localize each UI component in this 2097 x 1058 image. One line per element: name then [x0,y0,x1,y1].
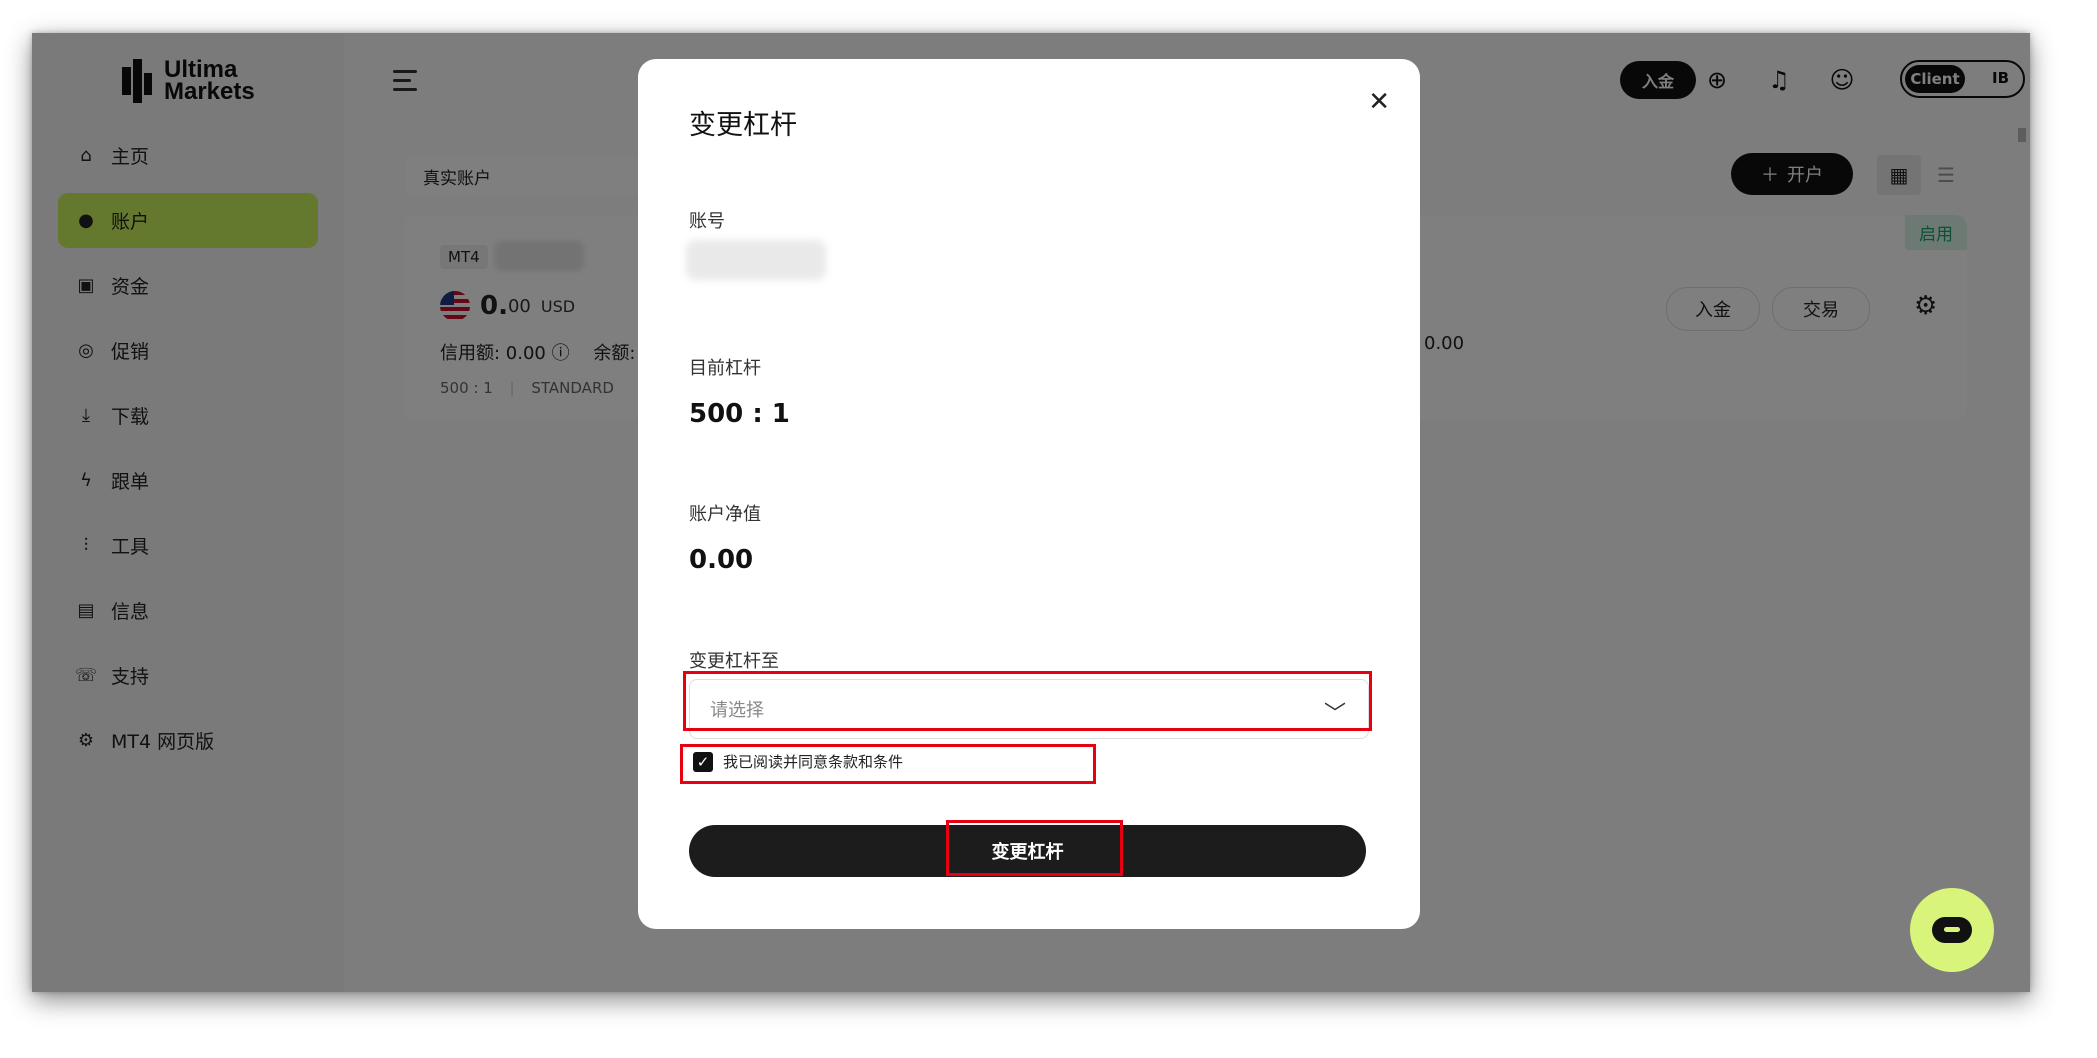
terms-label: 我已阅读并同意条款和条件 [723,753,904,771]
chevron-down-icon: ﹀ [1323,702,1346,727]
terms-checkbox[interactable]: ✓ [693,751,713,772]
account-label: 账号 [689,211,725,232]
chat-icon [1932,917,1972,943]
terms-checkbox-row[interactable]: ✓ 我已阅读并同意条款和条件 [693,751,903,772]
current-leverage-label: 目前杠杆 [689,358,761,379]
chat-button[interactable] [1910,888,1994,972]
change-leverage-button[interactable]: 变更杠杆 [689,825,1366,877]
app-window: Ultima Markets ⌂ 主页 ● 账户 ▣ 资金 ◎ 促销 ⤓ [32,33,2030,992]
modal-title: 变更杠杆 [689,110,797,141]
current-leverage-value: 500 : 1 [689,399,790,429]
leverage-select-placeholder: 请选择 [710,700,764,721]
account-number-blurred [686,240,826,280]
leverage-select[interactable]: 请选择 ﹀ [689,679,1369,739]
equity-label: 账户净值 [689,504,761,525]
close-icon[interactable]: ✕ [1368,87,1390,117]
change-to-label: 变更杠杆至 [689,651,779,672]
change-leverage-modal: ✕ 变更杠杆 账号 目前杠杆 500 : 1 账户净值 0.00 变更杠杆至 请… [638,59,1420,929]
equity-value: 0.00 [689,545,754,575]
